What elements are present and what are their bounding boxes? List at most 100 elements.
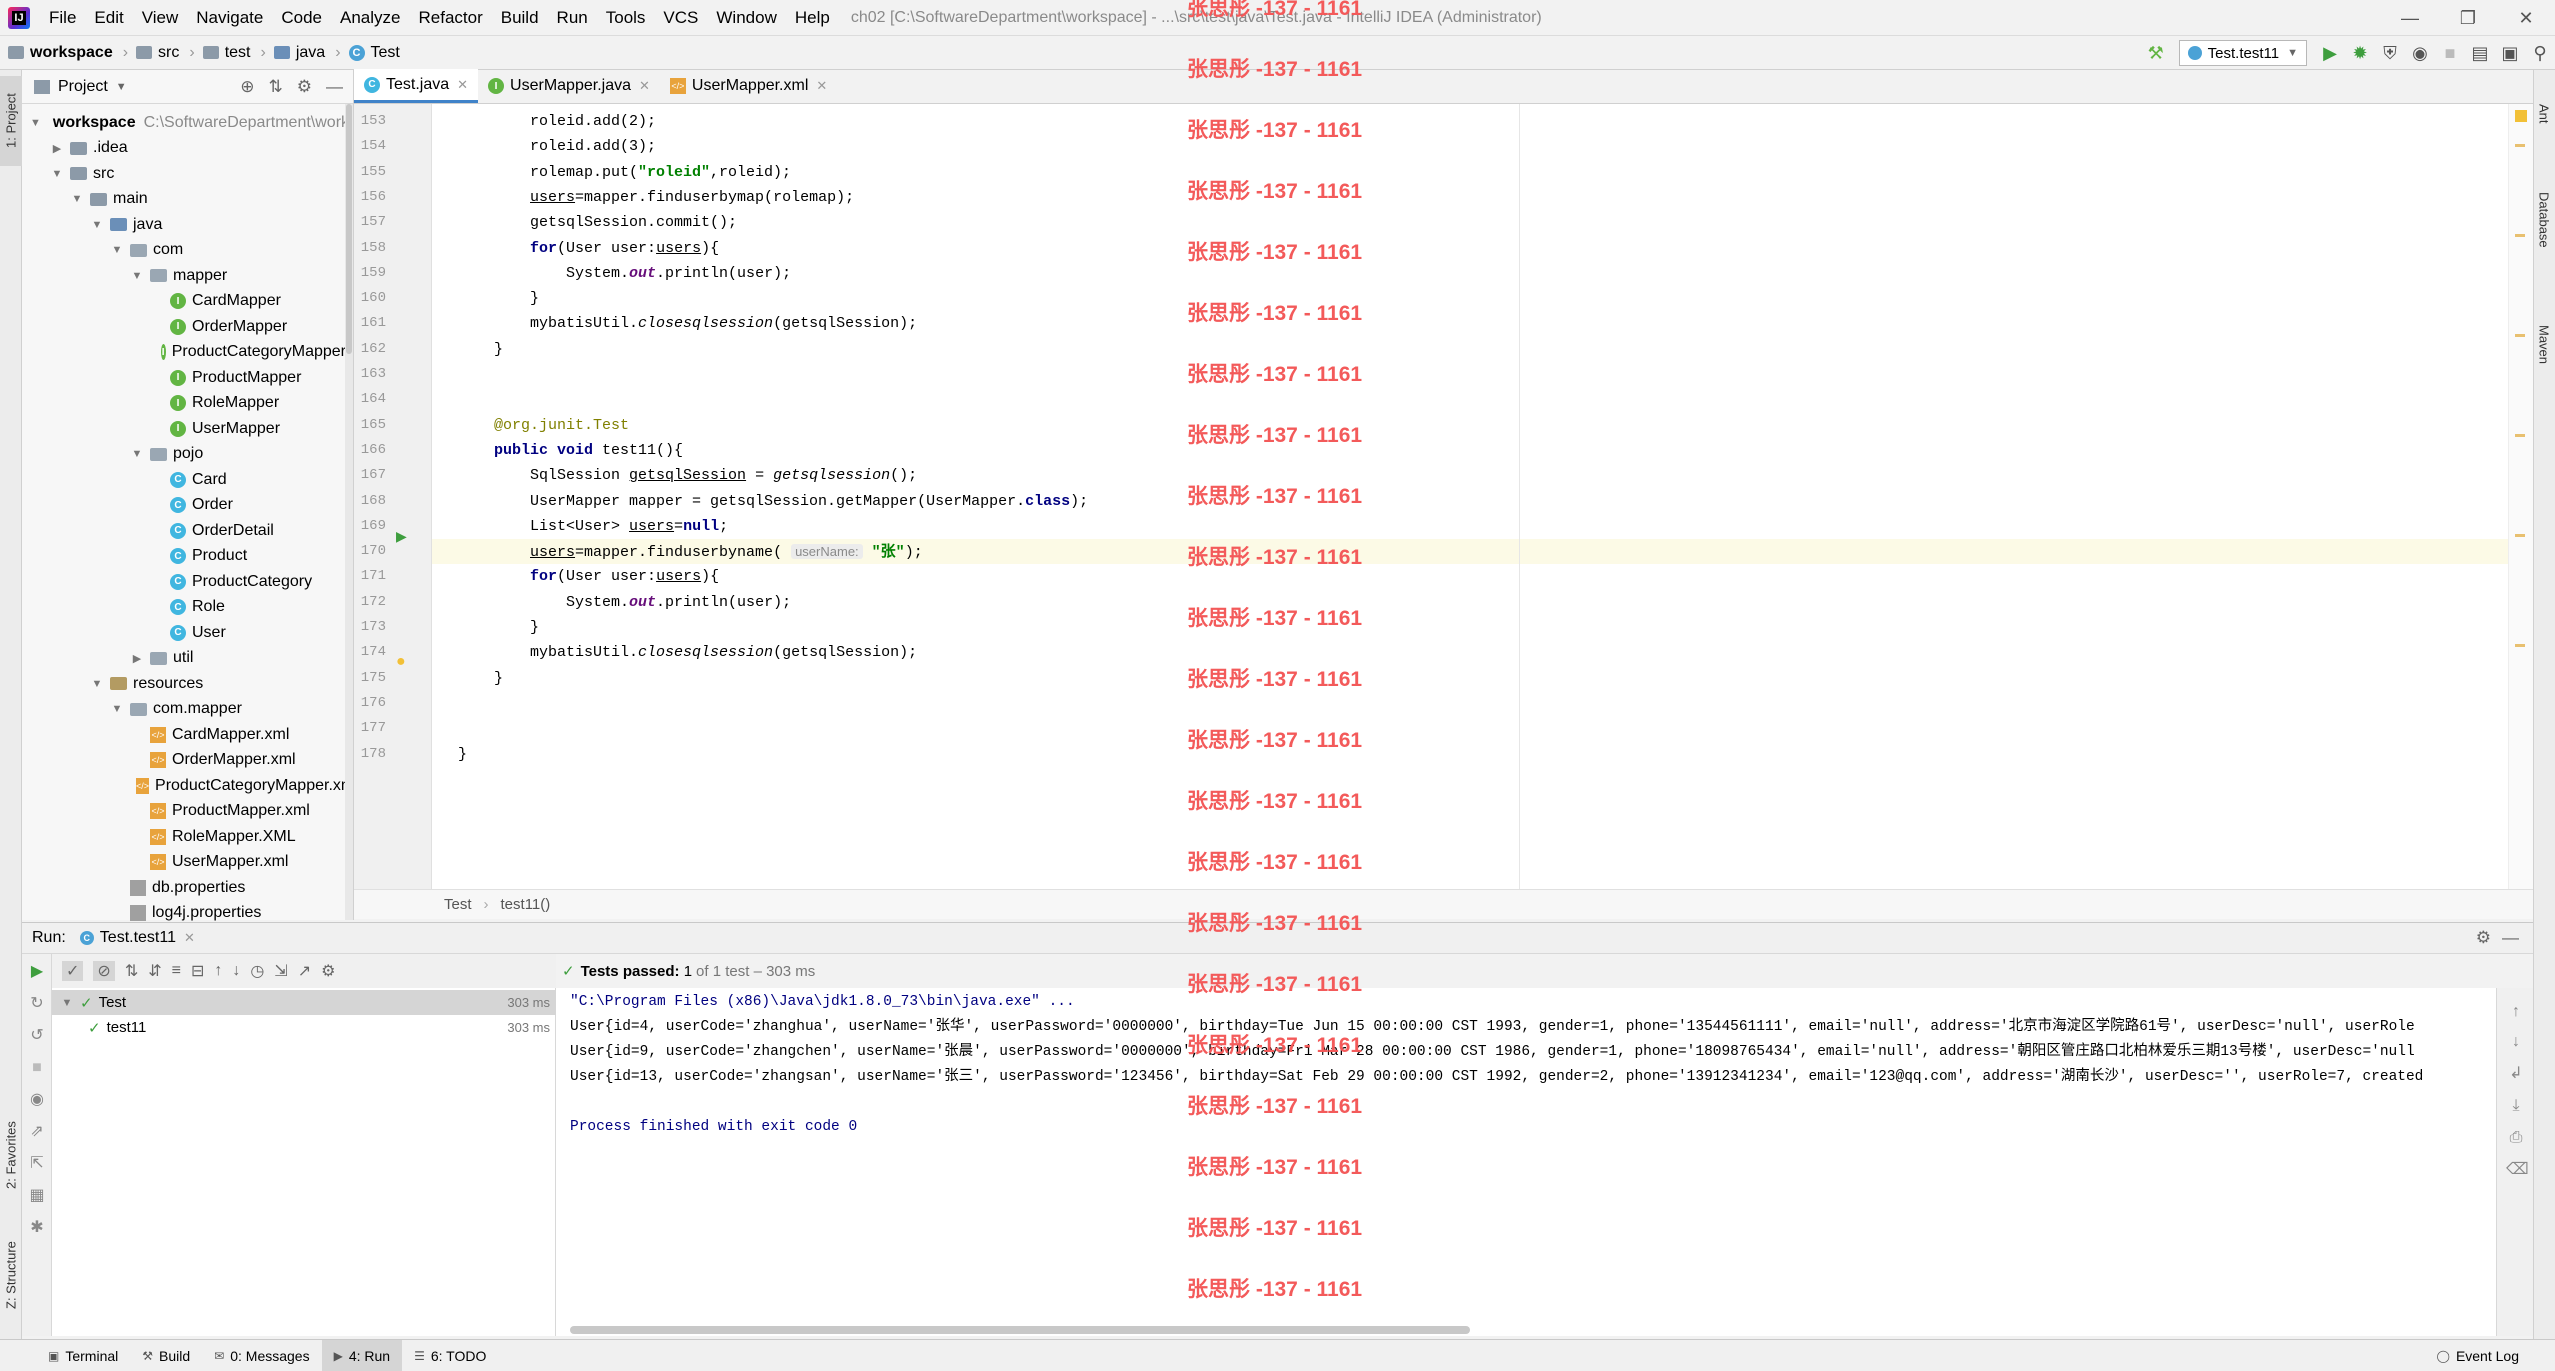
run-test-gutter-icon[interactable]: ▶ <box>396 528 407 545</box>
close-icon[interactable]: ✕ <box>457 77 468 93</box>
test-history-icon[interactable]: ◷ <box>250 961 264 981</box>
profile-icon[interactable]: ◉ <box>2405 38 2435 68</box>
tree-item-db-properties[interactable]: db.properties <box>110 875 346 900</box>
breadcrumb-test-class[interactable]: C Test <box>341 44 400 62</box>
tree-item-product[interactable]: C Product <box>150 544 346 569</box>
down-arrow-icon[interactable]: ↓ <box>2506 1032 2526 1052</box>
show-ignored-icon[interactable]: ⊘ <box>93 961 115 981</box>
import-tests-icon[interactable]: ⇗ <box>27 1122 47 1142</box>
tool-tab-terminal[interactable]: ▣ Terminal <box>36 1340 130 1371</box>
hide-panel-icon[interactable]: — <box>2502 928 2519 948</box>
gear-icon[interactable]: ⚙ <box>2476 928 2491 948</box>
favorites-tool-tab[interactable]: 2: Favorites <box>0 1100 22 1210</box>
tree-item--idea[interactable]: ▶ .idea <box>50 136 346 161</box>
restore-icon[interactable]: ❐ <box>2439 0 2497 36</box>
expanded-arrow-icon[interactable]: ▼ <box>110 244 124 256</box>
menu-item-file[interactable]: File <box>40 0 85 36</box>
stripe-mark[interactable] <box>2515 534 2525 537</box>
test-tree-item[interactable]: ✓ test11 303 ms <box>52 1015 556 1040</box>
close-icon[interactable]: ✕ <box>184 930 195 946</box>
locate-icon[interactable]: ⊕ <box>240 77 254 97</box>
editor-error-stripe[interactable] <box>2508 104 2533 889</box>
menu-item-refactor[interactable]: Refactor <box>409 0 491 36</box>
collapsed-arrow-icon[interactable]: ▶ <box>130 652 144 665</box>
run-configuration-selector[interactable]: Test.test11 ▼ <box>2178 40 2307 66</box>
expanded-arrow-icon[interactable]: ▼ <box>90 219 104 231</box>
scroll-thumb[interactable] <box>346 104 352 354</box>
code-editor[interactable]: roleid.add(2); roleid.add(3); rolemap.pu… <box>432 104 2508 889</box>
tree-item-main[interactable]: ▼ main <box>70 187 346 212</box>
layout-icon[interactable]: ▦ <box>27 1186 47 1206</box>
expanded-arrow-icon[interactable]: ▼ <box>50 168 64 180</box>
print-icon[interactable]: ⎙ <box>2506 1128 2526 1148</box>
menu-item-code[interactable]: Code <box>272 0 331 36</box>
up-arrow-icon[interactable]: ↑ <box>2506 1002 2526 1022</box>
event-log-button[interactable]: ◯ Event Log <box>2437 1340 2520 1371</box>
tree-item-workspace[interactable]: ▼ workspace C:\SoftwareDepartment\workspac… <box>30 110 346 135</box>
breadcrumb-workspace[interactable]: workspace › <box>0 44 128 62</box>
tree-item-cardmapper[interactable]: I CardMapper <box>150 289 346 314</box>
breadcrumb-test[interactable]: test › <box>195 44 266 62</box>
editor-tab-test-java[interactable]: C Test.java ✕ <box>354 69 479 103</box>
sort-alpha-icon[interactable]: ⇅ <box>125 961 138 981</box>
run-tab[interactable]: C Test.test11 ✕ <box>79 929 195 947</box>
close-icon[interactable]: ✕ <box>816 78 827 94</box>
search-icon[interactable]: ⚲ <box>2525 38 2555 68</box>
test-tree-item[interactable]: ▼ ✓ Test 303 ms <box>52 990 556 1015</box>
breadcrumb-class[interactable]: Test <box>444 896 472 913</box>
expanded-arrow-icon[interactable]: ▼ <box>70 193 84 205</box>
editor-tab-usermapper-xml[interactable]: </> UserMapper.xml ✕ <box>660 69 837 103</box>
menu-item-analyze[interactable]: Analyze <box>331 0 409 36</box>
tree-item-card[interactable]: C Card <box>150 467 346 492</box>
console-horizontal-scrollbar[interactable] <box>570 1326 1470 1334</box>
tree-item-productcategory[interactable]: C ProductCategory <box>150 569 346 594</box>
lightbulb-icon[interactable]: ● <box>396 653 406 671</box>
export-icon[interactable]: ⇱ <box>27 1154 47 1174</box>
tree-item-usermapper[interactable]: I UserMapper <box>150 416 346 441</box>
expanded-arrow-icon[interactable]: ▼ <box>110 703 124 715</box>
editor-tab-usermapper-java[interactable]: I UserMapper.java ✕ <box>478 69 660 103</box>
tool-tab-build[interactable]: ⚒ Build <box>130 1340 202 1371</box>
tree-item-rolemapper-xml[interactable]: </> RoleMapper.XML <box>130 824 346 849</box>
chevron-down-icon[interactable]: ▼ <box>116 81 127 93</box>
expanded-arrow-icon[interactable]: ▼ <box>130 448 144 460</box>
tree-item-java[interactable]: ▼ java <box>90 212 346 237</box>
close-window-icon[interactable]: ✕ <box>2497 0 2555 36</box>
tree-item-productcategorymapper[interactable]: I ProductCategoryMapper <box>150 340 346 365</box>
collapse-all-icon[interactable]: ⊟ <box>191 961 204 981</box>
expanded-arrow-icon[interactable]: ▼ <box>60 997 74 1009</box>
project-tool-tab[interactable]: 1: Project <box>0 76 22 166</box>
stripe-mark[interactable] <box>2515 334 2525 337</box>
tree-item-usermapper-xml[interactable]: </> UserMapper.xml <box>130 850 346 875</box>
project-view-selector[interactable]: Project <box>58 78 108 96</box>
menu-item-build[interactable]: Build <box>492 0 548 36</box>
menu-item-run[interactable]: Run <box>548 0 597 36</box>
debug-icon[interactable]: ✹ <box>2345 38 2375 68</box>
menu-item-navigate[interactable]: Navigate <box>187 0 272 36</box>
toggle-auto-test-icon[interactable]: ↺ <box>27 1026 47 1046</box>
tree-item-src[interactable]: ▼ src <box>50 161 346 186</box>
breadcrumb-src[interactable]: src › <box>128 44 195 62</box>
stripe-mark[interactable] <box>2515 234 2525 237</box>
stripe-mark[interactable] <box>2515 144 2525 147</box>
tree-item-ordermapper[interactable]: I OrderMapper <box>150 314 346 339</box>
expand-all-icon[interactable]: ≡ <box>172 962 181 980</box>
tree-item-role[interactable]: C Role <box>150 595 346 620</box>
stripe-mark[interactable] <box>2515 644 2525 647</box>
camera-icon[interactable]: ◉ <box>27 1090 47 1110</box>
tree-item-order[interactable]: C Order <box>150 493 346 518</box>
breadcrumb-java[interactable]: java › <box>266 44 341 62</box>
menu-item-help[interactable]: Help <box>786 0 839 36</box>
export-results-icon[interactable]: ↗ <box>298 961 311 981</box>
rerun-icon[interactable]: ▶ <box>27 962 47 982</box>
breadcrumb-method[interactable]: test11() <box>501 896 551 913</box>
hide-panel-icon[interactable]: — <box>326 77 343 97</box>
presentation-icon[interactable]: ▣ <box>2495 38 2525 68</box>
run-icon[interactable]: ▶ <box>2315 38 2345 68</box>
tree-item-resources[interactable]: ▼ resources <box>90 671 346 696</box>
menu-item-view[interactable]: View <box>133 0 188 36</box>
expanded-arrow-icon[interactable]: ▼ <box>90 678 104 690</box>
menu-item-window[interactable]: Window <box>707 0 785 36</box>
tree-item-pojo[interactable]: ▼ pojo <box>130 442 346 467</box>
tree-item-orderdetail[interactable]: C OrderDetail <box>150 518 346 543</box>
